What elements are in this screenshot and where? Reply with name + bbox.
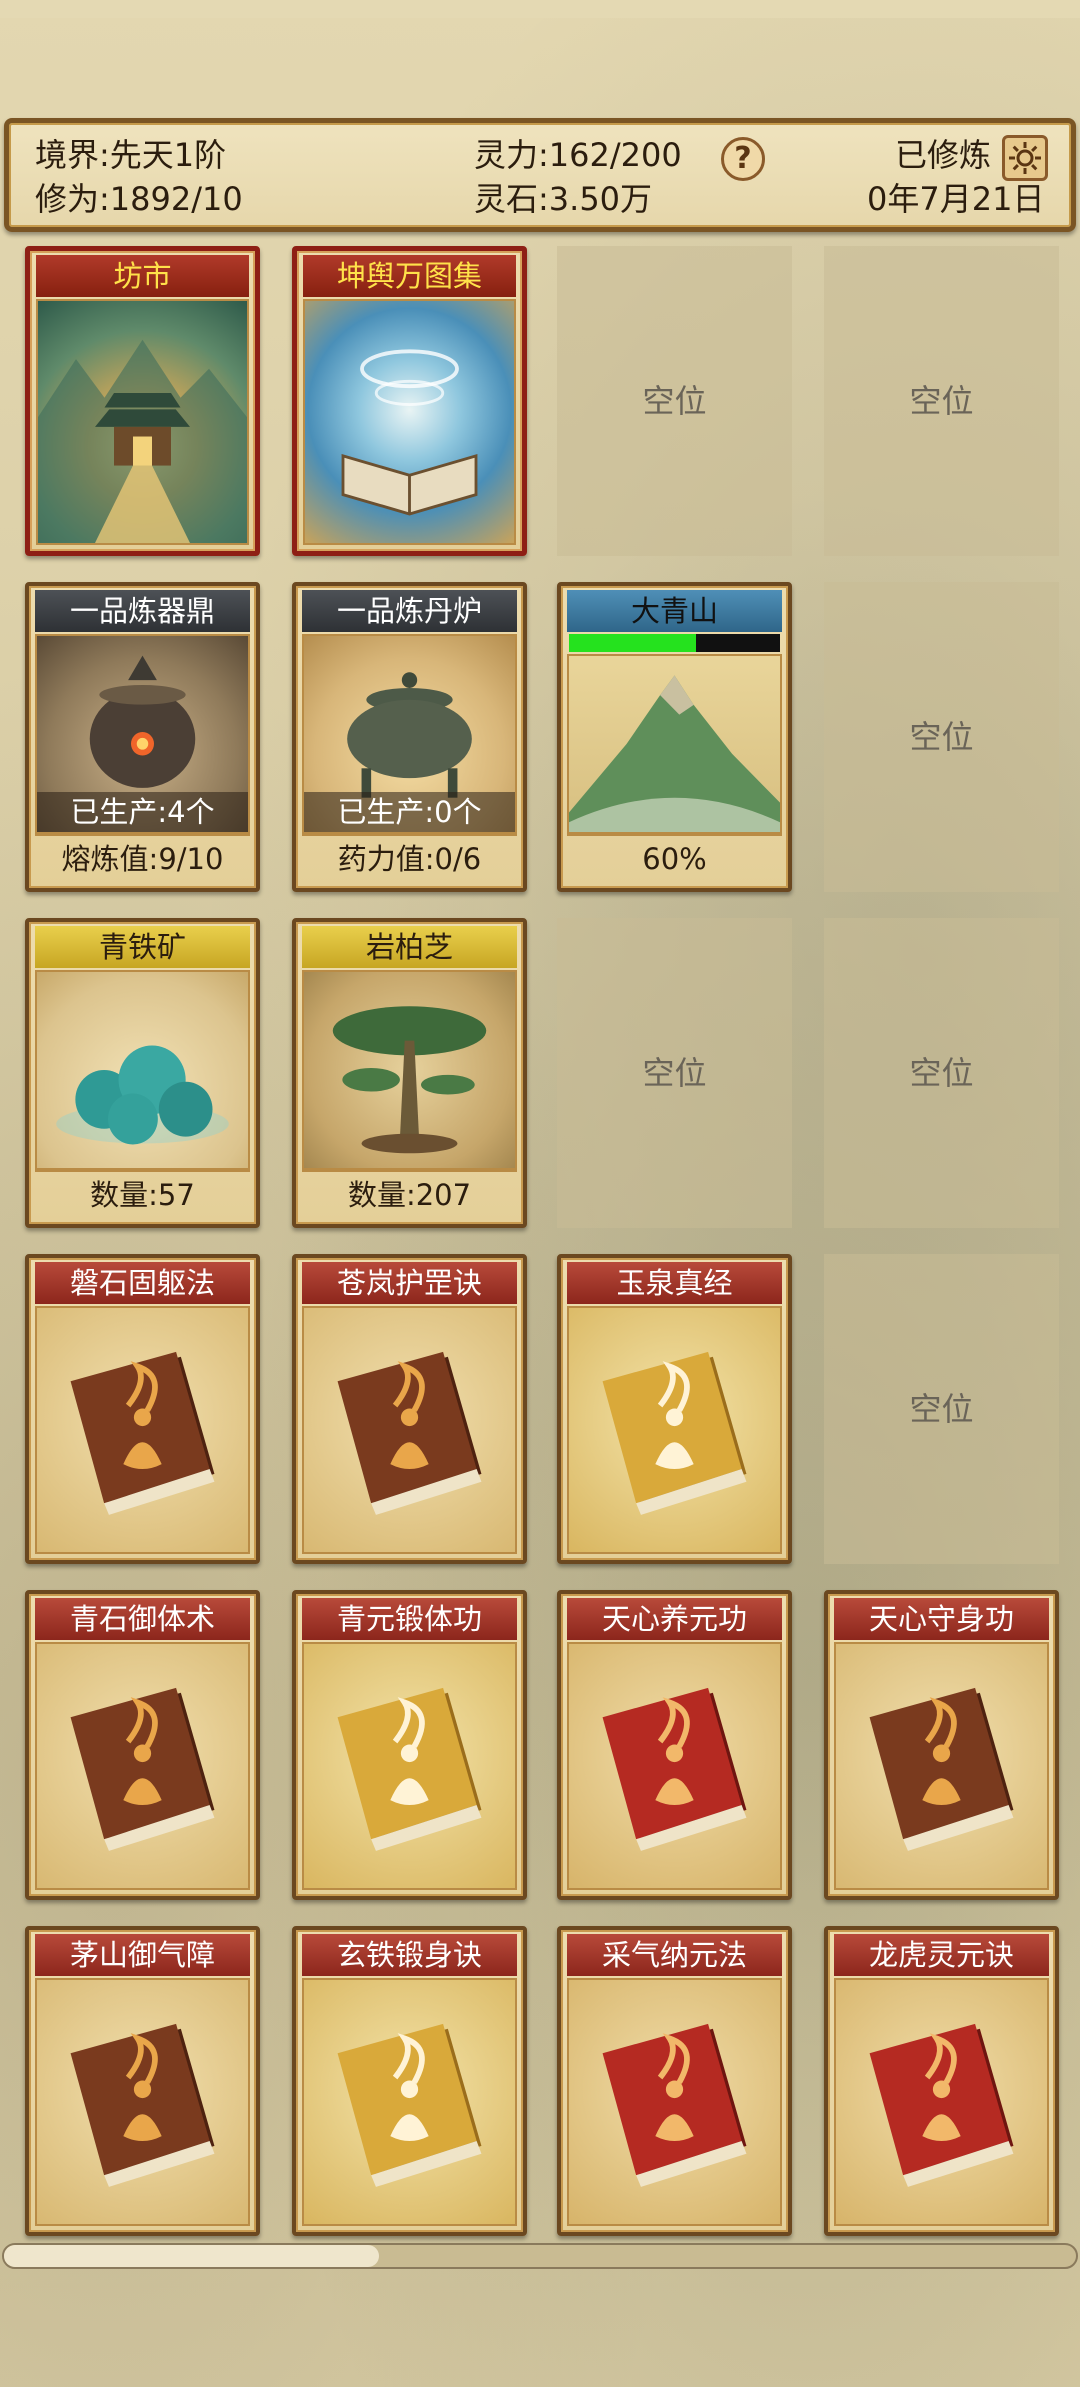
spirit-stones-text: 灵石:3.50万 bbox=[474, 180, 653, 218]
status-bar: 境界:先天1阶 修为:1892/10 灵力:162/200 灵石:3.50万 ?… bbox=[4, 118, 1076, 232]
herb-image bbox=[302, 970, 517, 1170]
book-image bbox=[302, 1642, 517, 1890]
card-title: 青铁矿 bbox=[35, 926, 250, 968]
book-image bbox=[567, 1978, 782, 2226]
empty-slot[interactable]: 空位 bbox=[557, 246, 792, 556]
technique-book-card[interactable]: 青石御体术 bbox=[25, 1590, 260, 1900]
card-title: 青元锻体功 bbox=[302, 1598, 517, 1640]
book-image bbox=[834, 1642, 1049, 1890]
realm-text: 境界:先天1阶 bbox=[35, 136, 227, 174]
spirit-power-text: 灵力:162/200 bbox=[474, 136, 682, 174]
date-text: 0年7月21日 bbox=[867, 180, 1045, 218]
technique-book-card[interactable]: 茅山御气障 bbox=[25, 1926, 260, 2236]
market-card[interactable]: 坊市 bbox=[25, 246, 260, 556]
horizontal-scrollbar[interactable] bbox=[2, 2243, 1078, 2269]
herb-count: 数量:207 bbox=[302, 1170, 517, 1218]
card-title: 坊市 bbox=[36, 255, 249, 297]
technique-book-card[interactable]: 玉泉真经 bbox=[557, 1254, 792, 1564]
technique-book-card[interactable]: 青元锻体功 bbox=[292, 1590, 527, 1900]
book-image bbox=[567, 1642, 782, 1890]
empty-slot[interactable]: 空位 bbox=[824, 1254, 1059, 1564]
market-image bbox=[36, 299, 249, 545]
book-image bbox=[302, 1306, 517, 1554]
card-title: 大青山 bbox=[567, 590, 782, 632]
technique-book-card[interactable]: 天心守身功 bbox=[824, 1590, 1059, 1900]
progress-fill bbox=[569, 634, 696, 652]
card-title: 玄铁锻身诀 bbox=[302, 1934, 517, 1976]
card-title: 茅山御气障 bbox=[35, 1934, 250, 1976]
book-image bbox=[302, 1978, 517, 2226]
card-title: 坤舆万图集 bbox=[303, 255, 516, 297]
technique-book-card[interactable]: 玄铁锻身诀 bbox=[292, 1926, 527, 2236]
empty-slot[interactable]: 空位 bbox=[557, 918, 792, 1228]
card-title: 一品炼丹炉 bbox=[302, 590, 517, 632]
forge-value: 熔炼值:9/10 bbox=[35, 834, 250, 882]
forge-produced: 已生产:4个 bbox=[37, 792, 248, 832]
technique-book-card[interactable]: 天心养元功 bbox=[557, 1590, 792, 1900]
herb-card[interactable]: 岩柏芝 数量:207 bbox=[292, 918, 527, 1228]
book-image bbox=[35, 1642, 250, 1890]
cultivation-text: 修为:1892/10 bbox=[35, 180, 243, 218]
book-image bbox=[35, 1978, 250, 2226]
mountain-percent: 60% bbox=[567, 834, 782, 882]
empty-slot[interactable]: 空位 bbox=[824, 246, 1059, 556]
cultivation-state-text: 已修炼 bbox=[895, 136, 992, 174]
card-title: 磐石固躯法 bbox=[35, 1262, 250, 1304]
card-title: 采气纳元法 bbox=[567, 1934, 782, 1976]
settings-button[interactable] bbox=[1002, 135, 1048, 181]
empty-slot[interactable]: 空位 bbox=[824, 582, 1059, 892]
card-title: 一品炼器鼎 bbox=[35, 590, 250, 632]
book-image bbox=[567, 1306, 782, 1554]
furnace-value: 药力值:0/6 bbox=[302, 834, 517, 882]
forge-card[interactable]: 一品炼器鼎 已生产:4个 熔炼值:9/10 bbox=[25, 582, 260, 892]
book-image bbox=[834, 1978, 1049, 2226]
mountain-progress-bar bbox=[569, 634, 780, 652]
technique-book-card[interactable]: 龙虎灵元诀 bbox=[824, 1926, 1059, 2236]
top-strip bbox=[0, 0, 1080, 18]
ore-card[interactable]: 青铁矿 数量:57 bbox=[25, 918, 260, 1228]
card-title: 龙虎灵元诀 bbox=[834, 1934, 1049, 1976]
furnace-produced: 已生产:0个 bbox=[304, 792, 515, 832]
technique-book-card[interactable]: 采气纳元法 bbox=[557, 1926, 792, 2236]
gear-icon bbox=[1009, 142, 1041, 174]
card-title: 青石御体术 bbox=[35, 1598, 250, 1640]
atlas-image bbox=[303, 299, 516, 545]
ore-count: 数量:57 bbox=[35, 1170, 250, 1218]
empty-slot[interactable]: 空位 bbox=[824, 918, 1059, 1228]
book-image bbox=[35, 1306, 250, 1554]
atlas-card[interactable]: 坤舆万图集 bbox=[292, 246, 527, 556]
mountain-image bbox=[567, 654, 782, 834]
card-title: 玉泉真经 bbox=[567, 1262, 782, 1304]
ore-image bbox=[35, 970, 250, 1170]
card-title: 天心守身功 bbox=[834, 1598, 1049, 1640]
technique-book-card[interactable]: 磐石固躯法 bbox=[25, 1254, 260, 1564]
card-title: 岩柏芝 bbox=[302, 926, 517, 968]
mountain-card[interactable]: 大青山 60% bbox=[557, 582, 792, 892]
technique-book-card[interactable]: 苍岚护罡诀 bbox=[292, 1254, 527, 1564]
card-title: 天心养元功 bbox=[567, 1598, 782, 1640]
furnace-card[interactable]: 一品炼丹炉 已生产:0个 药力值:0/6 bbox=[292, 582, 527, 892]
help-button[interactable]: ? bbox=[721, 137, 765, 181]
scrollbar-thumb[interactable] bbox=[4, 2245, 380, 2267]
card-title: 苍岚护罡诀 bbox=[302, 1262, 517, 1304]
